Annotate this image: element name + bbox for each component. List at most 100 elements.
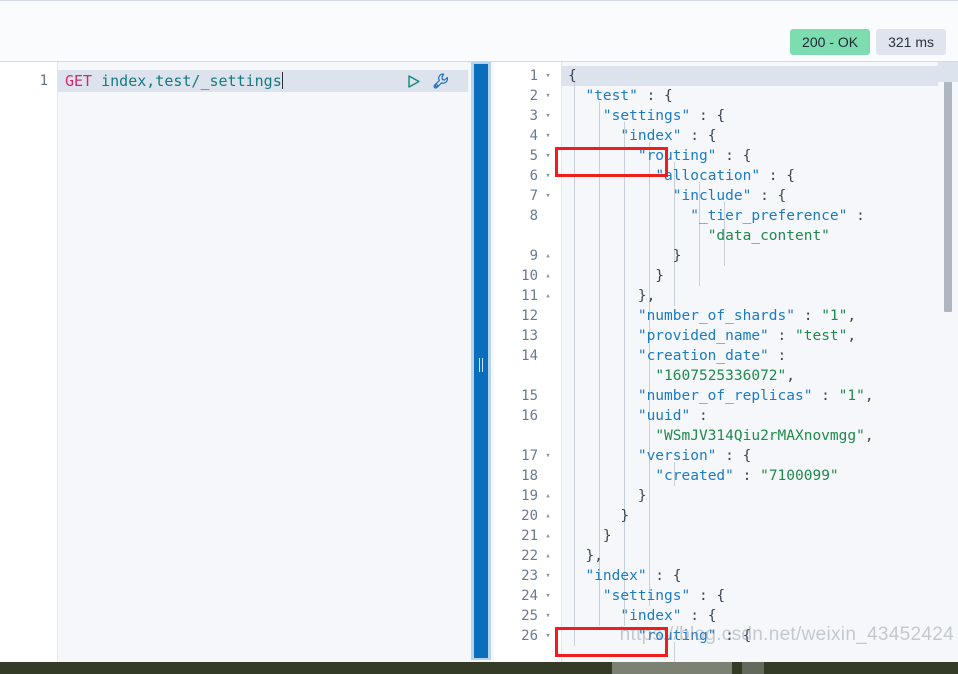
response-line-number: 11 [521,288,538,304]
response-line-text: "number_of_replicas" : "1", [637,388,874,404]
response-line-text: }, [568,548,603,564]
response-line-text: { [568,68,577,84]
fold-expand-icon[interactable]: ▴ [542,526,554,546]
fold-collapse-icon[interactable]: ▾ [542,186,554,206]
response-line: 6 ▾ "allocation" : { [494,166,958,186]
splitter-grip-handle[interactable] [477,358,485,372]
fold-collapse-icon[interactable]: ▾ [542,606,554,626]
response-line-text: } [568,268,665,284]
response-line: 22 ▴ }, [494,546,958,566]
response-line-text: "uuid" : "WSmJV314Qiu2rMAXnovmgg", [637,408,874,444]
fold-collapse-icon[interactable]: ▾ [542,166,554,186]
response-line-number: 23 [521,568,538,584]
response-line-number: 3 [529,108,538,124]
fold-collapse-icon[interactable]: ▾ [542,106,554,126]
response-line-number: 4 [529,128,538,144]
response-line: 9 ▴ } [494,246,958,266]
response-line-text: }, [568,288,656,304]
request-editor-pane[interactable]: 1 GET index,test/_settings [0,62,468,662]
response-line-text: "include" : { [672,188,787,204]
response-line: 19 ▴ } [494,486,958,506]
response-json-lines: 1 ▾{2 ▾ "test" : {3 ▾ "settings" : {4 ▾ "ind… [494,66,958,646]
response-line-text: } [568,508,630,524]
fold-collapse-icon[interactable]: ▾ [542,626,554,646]
response-line: 10 ▴ } [494,266,958,286]
fold-expand-icon[interactable]: ▴ [542,546,554,566]
http-method-token: GET [65,72,93,90]
response-line: 2 ▾ "test" : { [494,86,958,106]
response-line-number: 22 [521,548,538,564]
response-line-number: 19 [521,488,538,504]
response-line-text: } [568,528,612,544]
response-line-number: 8 [529,208,538,224]
status-badges: 200 - OK 321 ms [790,29,946,55]
fold-expand-icon[interactable]: ▴ [542,286,554,306]
response-line-number: 24 [521,588,538,604]
bottom-edge-highlight [612,662,732,674]
fold-collapse-icon[interactable]: ▾ [542,86,554,106]
response-time-badge: 321 ms [876,29,946,55]
editor-line-number: 1 [39,73,48,89]
response-line: 3 ▾ "settings" : { [494,106,958,126]
response-line: 5 ▾ "routing" : { [494,146,958,166]
fold-collapse-icon[interactable]: ▾ [542,66,554,86]
text-caret [281,72,283,89]
wrench-icon[interactable] [431,71,451,91]
fold-expand-icon[interactable]: ▴ [542,246,554,266]
fold-collapse-icon[interactable]: ▾ [542,446,554,466]
response-line: 23 ▾ "index" : { [494,566,958,586]
response-line-number: 2 [529,88,538,104]
pane-splitter[interactable] [468,62,494,662]
response-line: 11 ▴ }, [494,286,958,306]
response-line-text: "settings" : { [602,588,726,604]
editor-action-icons [403,71,451,91]
response-line-number: 15 [521,388,538,404]
response-line: 1 ▾ { [494,66,958,86]
fold-collapse-icon[interactable]: ▾ [542,566,554,586]
response-line-number: 13 [521,328,538,344]
response-line: 4 ▾ "index" : { [494,126,958,146]
fold-collapse-icon[interactable]: ▾ [542,586,554,606]
response-line-number: 12 [521,308,538,324]
response-line: 16 "uuid" : "WSmJV314Qiu2rMAXnovmgg", [494,406,958,446]
response-line-number: 7 [529,188,538,204]
response-line-text: "version" : { [637,448,752,464]
response-line: 13 "provided_name" : "test", [494,326,958,346]
response-line: 18 "created" : "7100099" [494,466,958,486]
request-input[interactable]: GET index,test/_settings [65,70,283,92]
response-line: 17 ▾ "version" : { [494,446,958,466]
response-line-number: 9 [529,248,538,264]
fold-expand-icon[interactable]: ▴ [542,506,554,526]
response-line-number: 17 [521,448,538,464]
response-line-number: 5 [529,148,538,164]
response-line-number: 14 [521,348,538,364]
request-path-token: index,test/_settings [92,72,282,90]
response-scrollbar[interactable] [938,62,958,662]
console-split-panes: 1 GET index,test/_settings 1 ▾ {2 ▾ "te… [0,62,958,662]
response-line: 15 "number_of_replicas" : "1", [494,386,958,406]
fold-expand-icon[interactable]: ▴ [542,486,554,506]
fold-collapse-icon[interactable]: ▾ [542,146,554,166]
response-line-text: "index" : { [585,568,682,584]
response-scrollbar-thumb[interactable] [944,68,952,312]
response-line: 26 ▾ "routing" : { [494,626,958,646]
response-line: 7 ▾ "include" : { [494,186,958,206]
play-icon[interactable] [403,71,423,91]
response-line-text: "creation_date" : "1607525336072", [637,348,795,384]
response-line-text: "settings" : { [602,108,726,124]
response-line-number: 6 [529,168,538,184]
response-line-text: "routing" : { [637,148,752,164]
fold-expand-icon[interactable]: ▴ [542,266,554,286]
bottom-edge-strip [0,662,958,674]
response-line-number: 20 [521,508,538,524]
response-line-number: 16 [521,408,538,424]
response-line-text: "index" : { [620,128,717,144]
response-line-number: 1 [529,68,538,84]
response-line: 24 ▾ "settings" : { [494,586,958,606]
response-line: 8 "_tier_preference" : "data_content" [494,206,958,246]
fold-collapse-icon[interactable]: ▾ [542,126,554,146]
response-line-text: "provided_name" : "test", [637,328,857,344]
response-viewer-pane[interactable]: 1 ▾{2 ▾ "test" : {3 ▾ "settings" : {4 ▾ "ind… [494,62,958,662]
response-line-number: 25 [521,608,538,624]
bottom-edge-highlight-2 [742,662,764,674]
